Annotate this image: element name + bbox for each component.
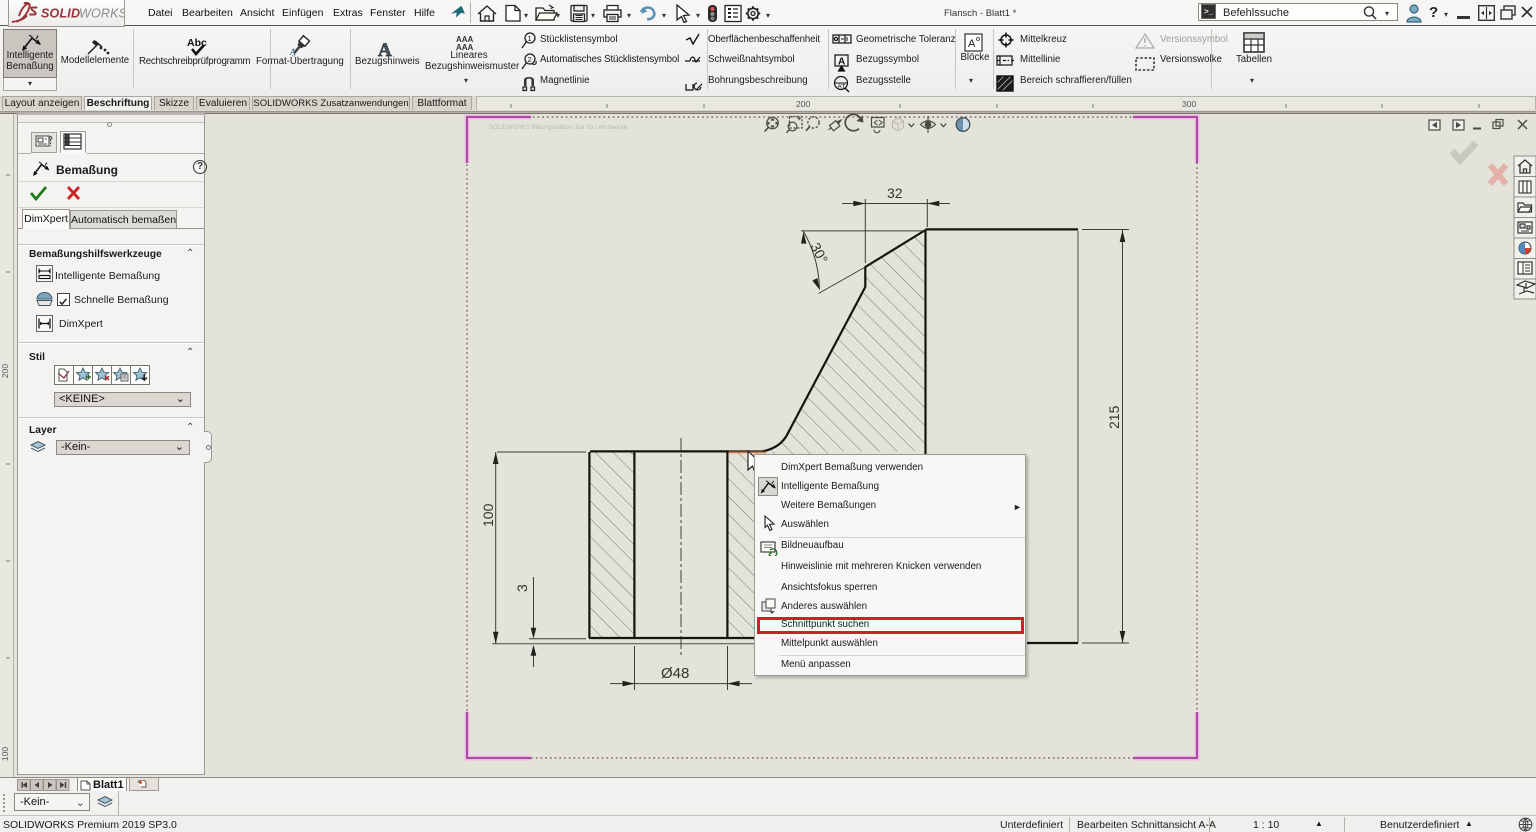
svg-text:1: 1 — [528, 34, 532, 43]
svg-text:Abc: Abc — [187, 37, 207, 49]
svg-text:AAA: AAA — [456, 43, 474, 50]
svg-text:WORKS: WORKS — [79, 7, 124, 21]
svg-text:2: 2 — [528, 55, 532, 64]
svg-text:SOLID: SOLID — [41, 7, 80, 21]
svg-text:AT: AT — [838, 84, 846, 91]
svg-text:A: A — [968, 38, 976, 50]
